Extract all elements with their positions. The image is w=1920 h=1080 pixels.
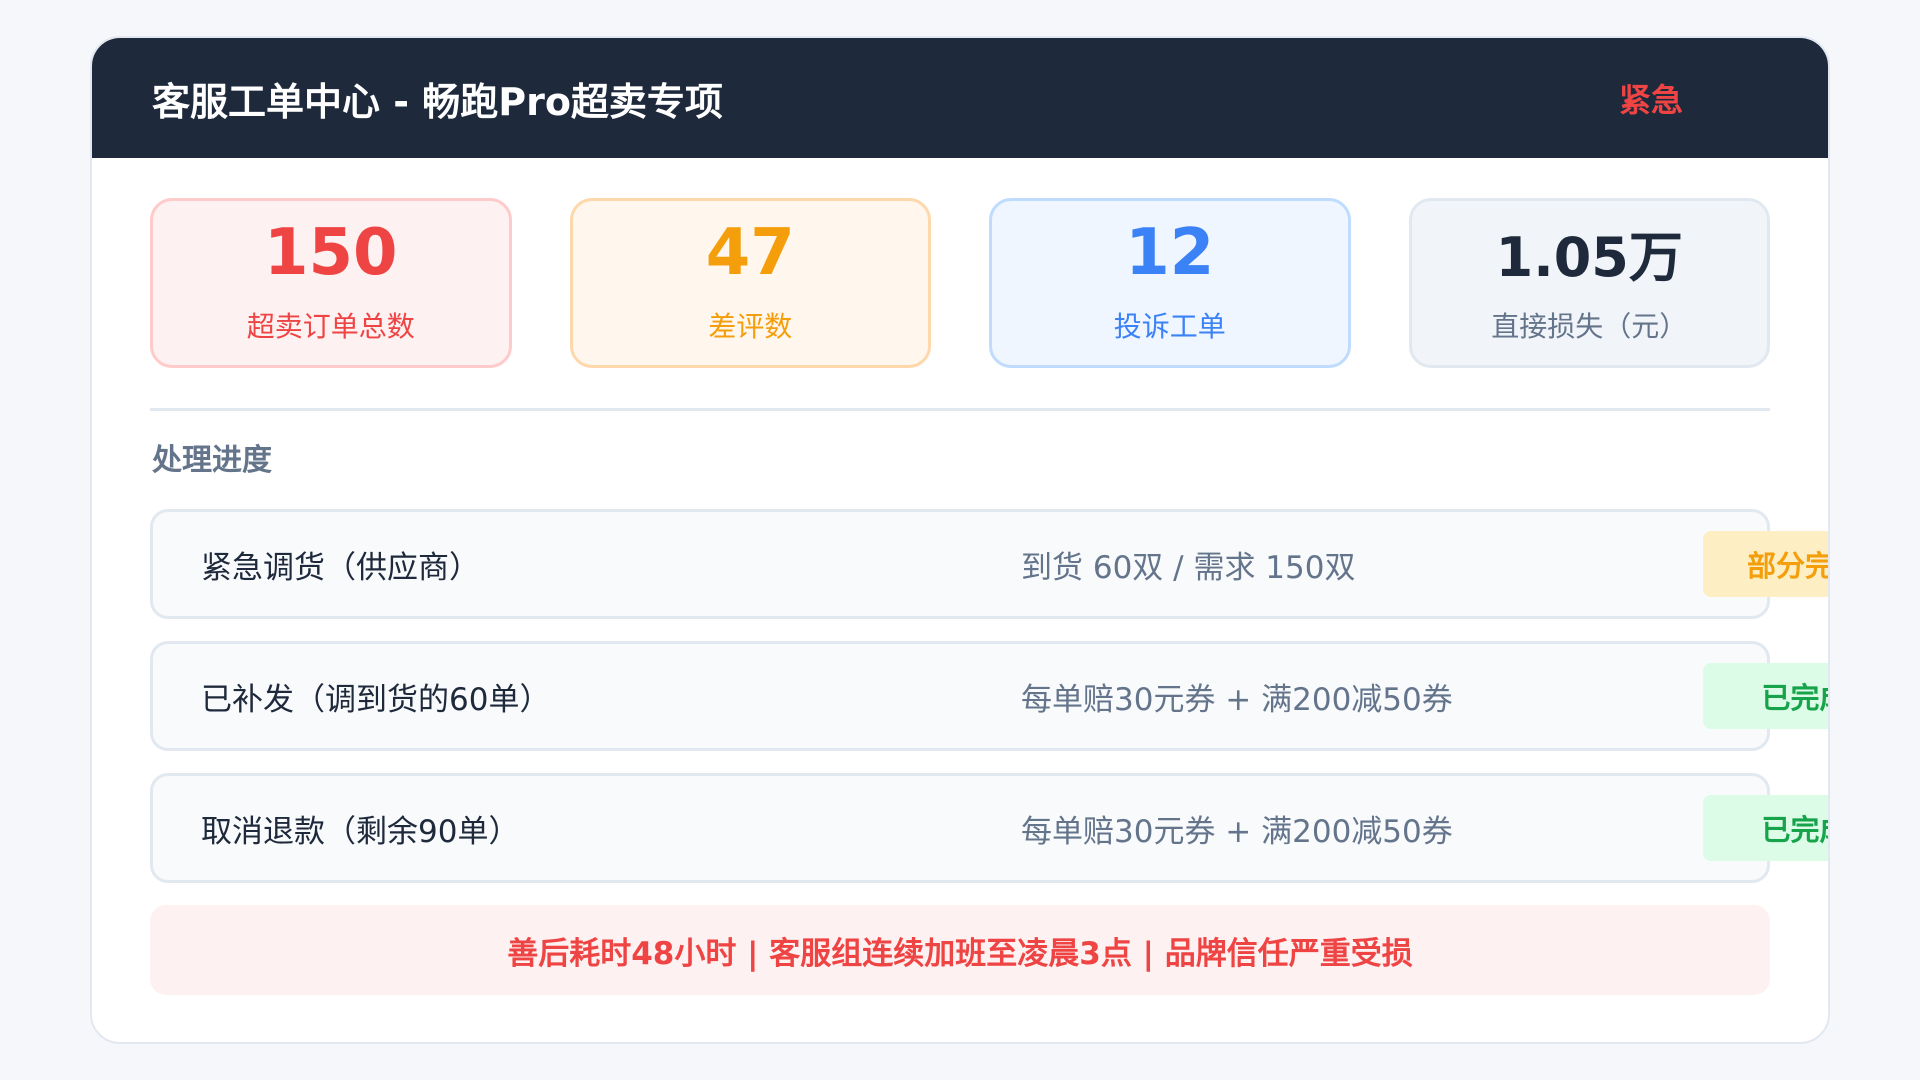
page-title: 客服工单中心 - 畅跑Pro超卖专项 xyxy=(152,79,723,124)
row-task-name: 取消退款（剩余90单） xyxy=(201,813,520,850)
header-bar: 客服工单中心 - 畅跑Pro超卖专项 紧急 xyxy=(92,38,1828,158)
stat-negative-reviews: 47 差评数 xyxy=(569,198,931,368)
row-task-detail: 每单赔30元券 + 满200减50券 xyxy=(1021,813,1453,850)
stat-value: 12 xyxy=(1125,216,1215,290)
urgent-badge: 紧急 xyxy=(1618,81,1683,119)
progress-row[interactable]: 已补发（调到货的60单） 每单赔30元券 + 满200减50券 已完成 xyxy=(150,641,1828,751)
stat-value: 1.05万 xyxy=(1495,226,1683,289)
stat-label: 直接损失（元） xyxy=(1491,310,1688,343)
ticket-center-card: 客服工单中心 - 畅跑Pro超卖专项 紧急 150 超卖订单总数 47 差评数 … xyxy=(90,36,1830,1044)
row-task-name: 紧急调货（供应商） xyxy=(201,549,480,586)
status-badge: 已完成 xyxy=(1703,795,1828,861)
divider xyxy=(150,408,1770,411)
status-badge: 部分完成 xyxy=(1703,531,1828,597)
progress-section-title: 处理进度 xyxy=(152,443,272,478)
stat-value: 47 xyxy=(705,216,795,290)
stat-oversold-orders: 150 超卖订单总数 xyxy=(150,198,512,368)
progress-row[interactable]: 紧急调货（供应商） 到货 60双 / 需求 150双 部分完成 xyxy=(150,509,1828,619)
alert-banner: 善后耗时48小时 | 客服组连续加班至凌晨3点 | 品牌信任严重受损 xyxy=(150,905,1770,995)
stat-label: 投诉工单 xyxy=(1113,310,1226,343)
alert-text: 善后耗时48小时 | 客服组连续加班至凌晨3点 | 品牌信任严重受损 xyxy=(507,935,1413,972)
progress-row[interactable]: 取消退款（剩余90单） 每单赔30元券 + 满200减50券 已完成 xyxy=(150,773,1828,883)
row-task-name: 已补发（调到货的60单） xyxy=(201,681,551,718)
stats-panel: 150 超卖订单总数 47 差评数 12 投诉工单 1.05万 直接损失（元） xyxy=(92,158,1828,368)
stat-value: 150 xyxy=(263,216,398,290)
stat-direct-loss: 1.05万 直接损失（元） xyxy=(1408,198,1770,368)
row-task-detail: 到货 60双 / 需求 150双 xyxy=(1021,549,1356,586)
status-badge: 已完成 xyxy=(1703,663,1828,729)
stat-label: 超卖订单总数 xyxy=(246,310,415,343)
row-task-detail: 每单赔30元券 + 满200减50券 xyxy=(1021,681,1453,718)
progress-list: 紧急调货（供应商） 到货 60双 / 需求 150双 部分完成 已补发（调到货的… xyxy=(92,479,1828,883)
stat-complaint-tickets: 12 投诉工单 xyxy=(989,198,1351,368)
stat-label: 差评数 xyxy=(708,310,793,343)
